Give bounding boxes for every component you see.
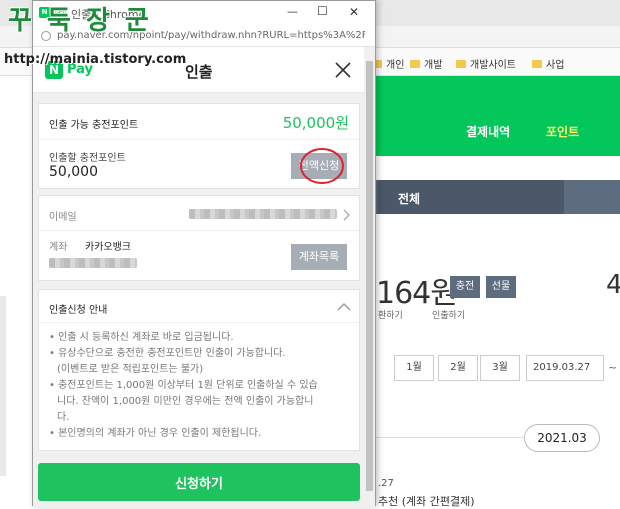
window-close-button[interactable]: ✕ xyxy=(349,5,359,19)
folder-icon xyxy=(456,59,466,68)
email-label: 이메일 xyxy=(49,212,77,223)
account-card: 이메일 계좌 카카오뱅크 계좌목록 xyxy=(38,195,360,281)
notice-title: 인출신청 안내 xyxy=(49,305,108,316)
maximize-button[interactable]: ☐ xyxy=(317,4,328,18)
notice-item: • 인출 시 등록하신 계좌로 바로 입금됩니다. xyxy=(49,332,234,343)
withdraw-popup-window: N Pay 인출 - Chrome — ☐ ✕ pay.naver.com/np… xyxy=(32,0,376,507)
notice-item: • 본인명의의 계좌가 아닌 경우 인출이 제한됩니다. xyxy=(49,428,262,439)
watermark-url: http://mainia.tistory.com xyxy=(4,52,187,67)
tab-all-label: 전체 xyxy=(398,192,421,206)
amount-input[interactable]: 50,000 xyxy=(49,164,98,180)
date-from-field[interactable]: 2019.03.27 xyxy=(526,355,604,381)
amount-card: 인출 가능 충전포인트 50,000원 인출할 충전포인트 50,000 전액신… xyxy=(38,103,360,189)
nav-payment-history[interactable]: 결제내역 xyxy=(466,123,510,140)
folder-icon xyxy=(532,59,542,68)
notice-item: 다. xyxy=(57,412,70,423)
nav-points[interactable]: 포인트 xyxy=(546,123,579,140)
period-filter: 1월 2월 3월 2019.03.27 ~ xyxy=(376,355,620,383)
notice-item: 니다. 잔액이 1,000원 미만인 경우에는 전액 인출이 가능합니 xyxy=(57,396,314,407)
bookmark-item[interactable]: 개발사이트 xyxy=(456,56,516,71)
history-date: .27 xyxy=(378,478,394,489)
account-label: 계좌 xyxy=(49,242,68,253)
desktop-strip xyxy=(0,76,32,506)
bookmark-label: 개발 xyxy=(424,60,443,71)
period-3m[interactable]: 3월 xyxy=(480,355,520,381)
folder-icon xyxy=(410,59,420,68)
bookmark-label: 사업 xyxy=(546,60,565,71)
charge-button[interactable]: 충전 xyxy=(450,276,480,298)
close-icon[interactable] xyxy=(335,62,351,78)
submit-button[interactable]: 신청하기 xyxy=(38,463,360,501)
bookmark-item[interactable]: 사업 xyxy=(532,56,564,71)
history-desc: 추천 (계좌 간편결제) xyxy=(378,495,475,508)
scrollbar-thumb[interactable] xyxy=(366,61,373,491)
account-list-button[interactable]: 계좌목록 xyxy=(291,244,347,270)
scrollbar[interactable] xyxy=(364,47,375,507)
withdraw-link[interactable]: 인출하기 xyxy=(432,308,465,321)
chevron-up-icon[interactable] xyxy=(337,302,351,311)
notice-card: 인출신청 안내 • 인출 시 등록하신 계좌로 바로 입금됩니다. • 유상수단… xyxy=(38,289,360,451)
notice-list: • 인출 시 등록하신 계좌로 바로 입금됩니다. • 유상수단으로 충전한 충… xyxy=(49,330,355,442)
available-label: 인출 가능 충전포인트 xyxy=(49,120,139,131)
account-number-blurred xyxy=(49,258,137,268)
date-from-value: 2019.03.27 xyxy=(533,362,591,373)
bank-name: 카카오뱅크 xyxy=(85,242,131,253)
date-range-tilde: ~ xyxy=(608,361,618,374)
bookmark-item[interactable]: 개인 xyxy=(372,56,404,71)
chevron-right-icon[interactable] xyxy=(343,209,351,221)
notice-item: (이벤트로 받은 적립포인트는 불가) xyxy=(57,364,204,375)
available-value: 50,000원 xyxy=(282,114,349,132)
point-balance: 164원 xyxy=(376,276,458,311)
popup-content: N Pay 인출 인출 가능 충전포인트 50,000원 인출할 충전포인트 5… xyxy=(33,47,375,507)
period-2m[interactable]: 2월 xyxy=(438,355,478,381)
minimize-button[interactable]: — xyxy=(287,5,298,18)
divider xyxy=(39,322,359,323)
gift-button[interactable]: 선물 xyxy=(486,276,516,298)
watermark-title: 꾸 둑 장 군 xyxy=(8,6,152,36)
convert-link[interactable]: 환하기 xyxy=(378,308,403,321)
divider xyxy=(39,230,359,231)
popup-title: 인출 xyxy=(185,63,213,81)
amount-label: 인출할 충전포인트 xyxy=(49,153,126,164)
highlight-circle xyxy=(300,148,344,184)
partial-balance-digit: 4 xyxy=(606,270,620,300)
divider xyxy=(39,139,359,140)
bookmark-label: 개인 xyxy=(386,60,405,71)
desktop-edge-graphic xyxy=(0,296,6,476)
notice-item: • 충전포인트는 1,000원 이상부터 1원 단위로 인출하실 수 있습 xyxy=(49,380,318,391)
period-1m[interactable]: 1월 xyxy=(394,355,434,381)
divider xyxy=(376,437,524,438)
bookmark-label: 개발사이트 xyxy=(470,60,516,71)
month-label: 2021.03 xyxy=(524,424,600,452)
email-value-blurred xyxy=(189,209,337,219)
notice-item: • 유상수단으로 충전한 충전포인트만 인출이 가능합니다. xyxy=(49,348,286,359)
bookmark-item[interactable]: 개발 xyxy=(410,56,442,71)
